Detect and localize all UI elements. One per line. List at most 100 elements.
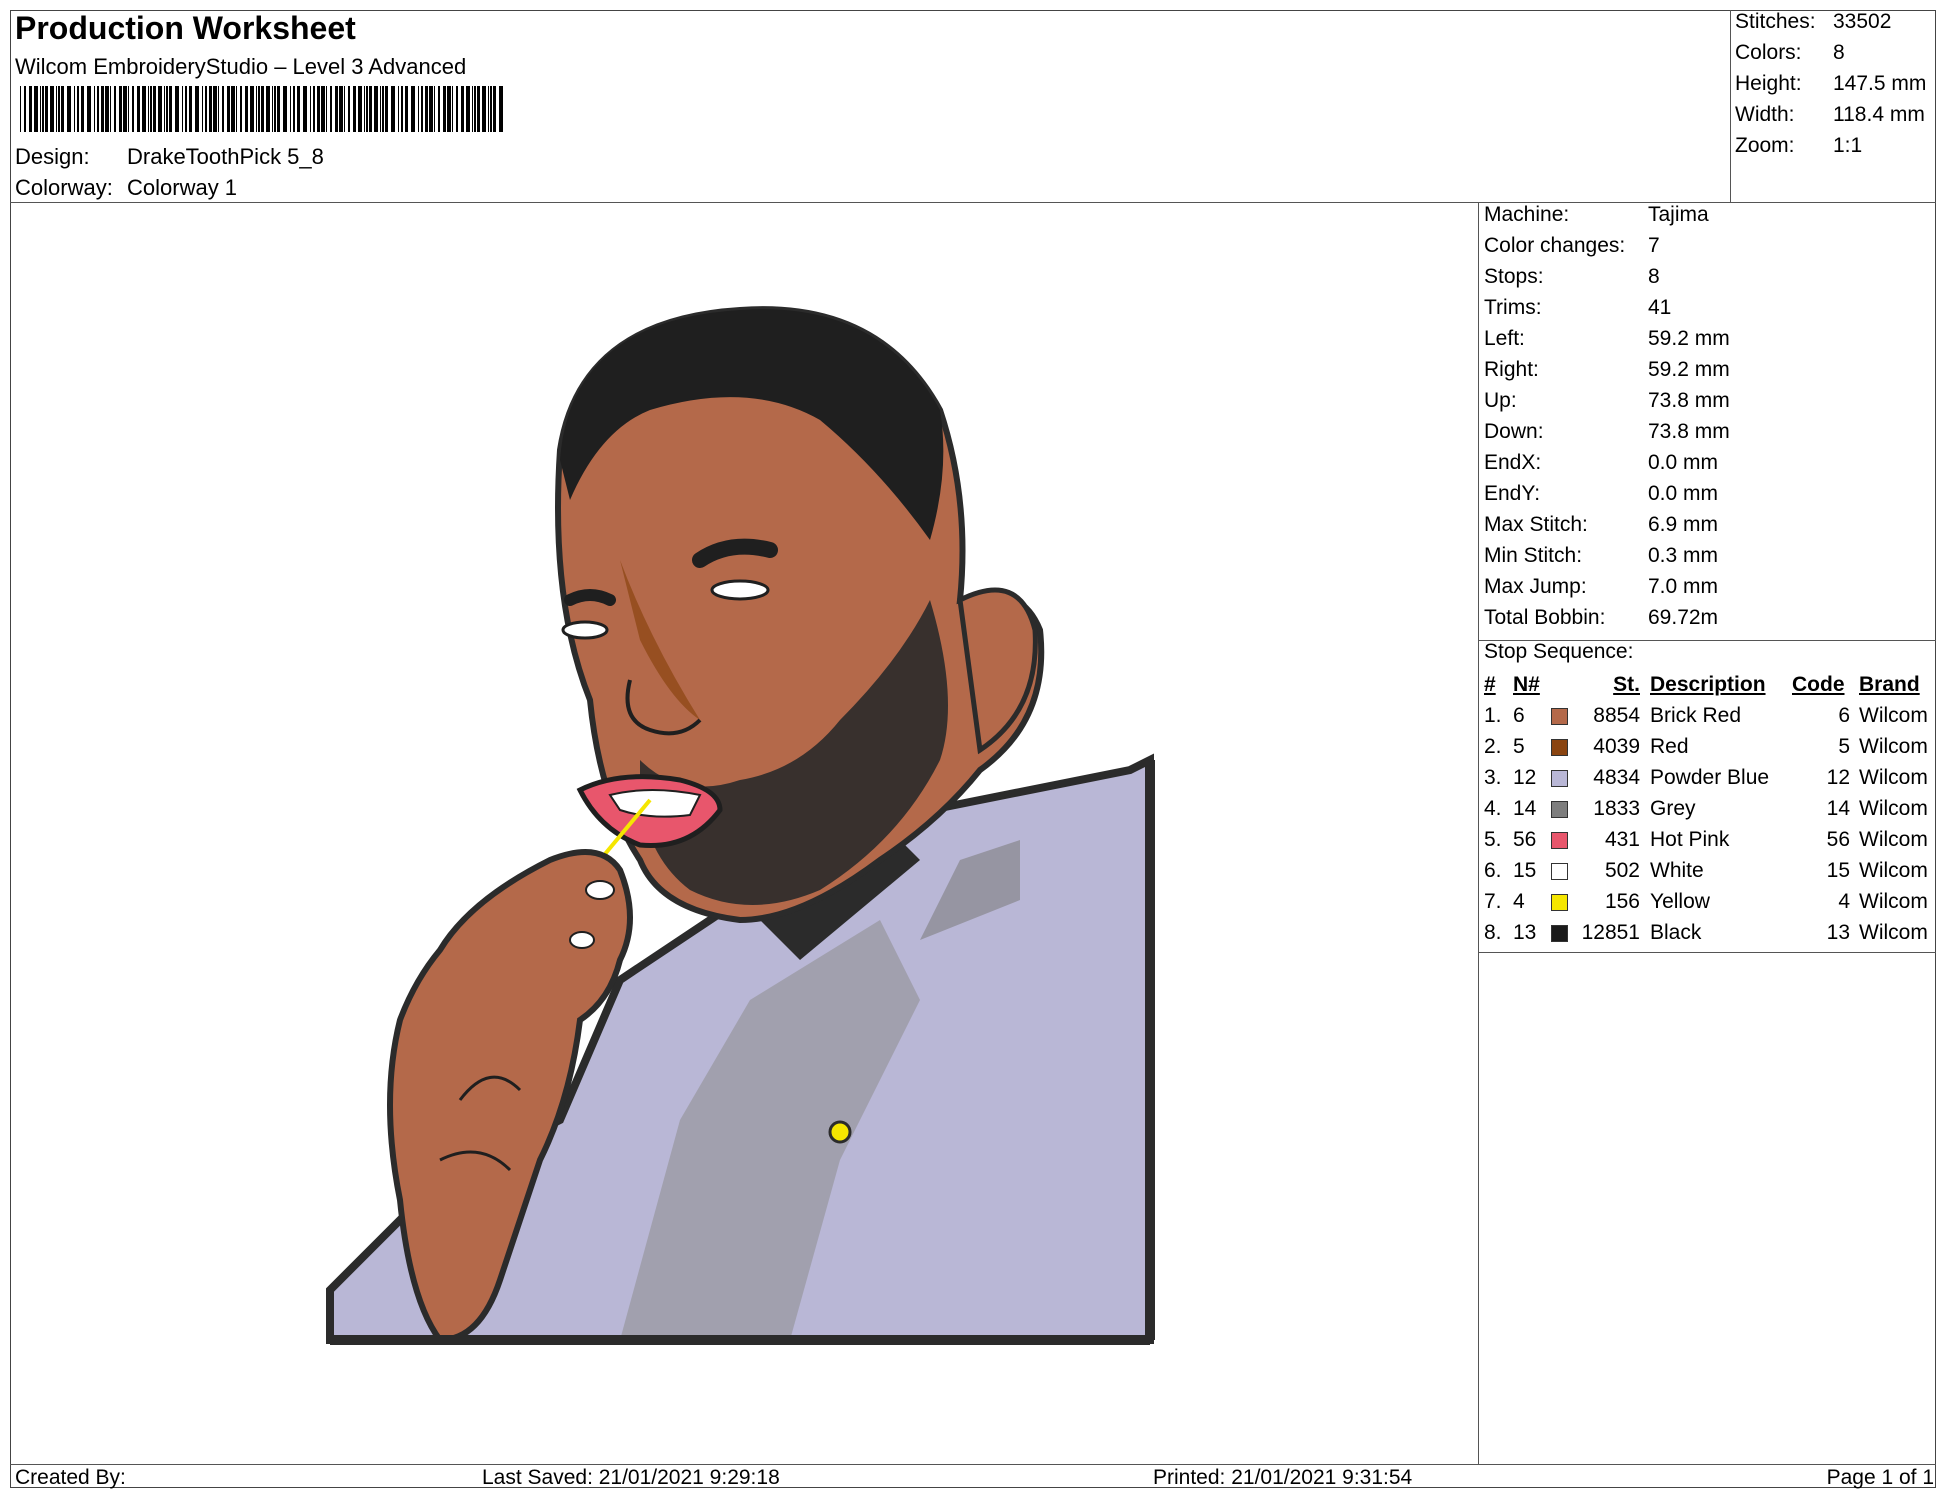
- design-value: DrakeToothPick 5_8: [127, 144, 324, 169]
- col-header-code: Code: [1792, 673, 1845, 696]
- barcode-bar: [297, 86, 300, 132]
- thread-color-swatch: [1551, 894, 1568, 911]
- barcode-bar: [385, 86, 388, 132]
- thread-color-swatch: [1551, 739, 1568, 756]
- barcode-bar: [182, 86, 183, 132]
- seq-needle: 6: [1513, 704, 1525, 727]
- barcode-bar: [40, 86, 41, 132]
- barcode-bar: [401, 86, 403, 132]
- machine-info-value: 69.72m: [1648, 606, 1719, 629]
- seq-code: 15: [1826, 859, 1850, 882]
- last-saved: Last Saved: 21/01/2021 9:29:18: [482, 1466, 780, 1489]
- barcode-bar: [119, 86, 122, 132]
- page-number: Page 1 of 1: [1826, 1466, 1934, 1489]
- sequence-end-divider: [1478, 952, 1936, 953]
- barcode-bar: [101, 86, 104, 132]
- seq-code: 14: [1826, 797, 1850, 820]
- design-label: Design:: [15, 144, 90, 169]
- barcode-bar: [348, 86, 350, 132]
- colorway-label: Colorway:: [15, 175, 113, 200]
- seq-num: 6.: [1484, 859, 1502, 882]
- seq-num: 7.: [1484, 890, 1502, 913]
- machine-info-label: Up:: [1484, 389, 1517, 412]
- barcode-bar: [369, 86, 372, 132]
- machine-info-label: Machine:: [1484, 203, 1570, 226]
- barcode-bar: [364, 86, 365, 132]
- machine-info-label: Color changes:: [1484, 234, 1626, 257]
- col-header-description: Description: [1650, 673, 1766, 696]
- machine-info-value: 59.2 mm: [1648, 327, 1730, 350]
- machine-info-label: Right:: [1484, 358, 1539, 381]
- machine-info-value: 0.3 mm: [1648, 544, 1719, 567]
- seq-code: 4: [1838, 890, 1850, 913]
- barcode-bar: [166, 86, 168, 132]
- seq-brand: Wilcom: [1859, 766, 1928, 789]
- barcode-bar: [321, 86, 325, 132]
- seq-stitches: 431: [1604, 828, 1640, 851]
- seq-description: Black: [1650, 921, 1702, 944]
- barcode-bar: [277, 86, 280, 132]
- seq-needle: 14: [1513, 797, 1537, 820]
- seq-num: 8.: [1484, 921, 1502, 944]
- barcode-bar: [20, 86, 21, 132]
- machine-info-label: Total Bobbin:: [1484, 606, 1606, 629]
- barcode-bar: [434, 86, 435, 132]
- seq-code: 13: [1826, 921, 1850, 944]
- barcode-bar: [74, 86, 75, 132]
- barcode-bar: [205, 86, 207, 132]
- barcode-bar: [303, 86, 307, 132]
- machine-info-label: Stops:: [1484, 265, 1544, 288]
- barcode-bar: [195, 86, 199, 132]
- barcode-bar: [477, 86, 480, 132]
- barcode-bar: [105, 86, 109, 132]
- barcode-bar: [236, 86, 237, 132]
- barcode-bar: [344, 86, 345, 132]
- embroidery-design-preview: [326, 306, 1155, 1345]
- barcode-bar: [42, 86, 44, 132]
- software-name: Wilcom EmbroideryStudio – Level 3 Advanc…: [15, 54, 467, 79]
- barcode-bar: [81, 86, 84, 132]
- printed-date: Printed: 21/01/2021 9:31:54: [1153, 1466, 1413, 1489]
- barcode-bar: [94, 86, 95, 132]
- barcode-bar: [29, 86, 32, 132]
- machine-info-value: Tajima: [1648, 203, 1709, 226]
- barcode-bar: [310, 86, 311, 132]
- machine-info-value: 7.0 mm: [1648, 575, 1719, 598]
- seq-num: 2.: [1484, 735, 1502, 758]
- page-title: Production Worksheet: [15, 10, 356, 46]
- barcode-bar: [438, 86, 440, 132]
- barcode-bar: [398, 86, 399, 132]
- barcode-bar: [358, 86, 362, 132]
- barcode-bar: [148, 86, 149, 132]
- barcode-bar: [240, 86, 242, 132]
- barcode-bar: [421, 86, 423, 132]
- barcode-bar: [472, 86, 473, 132]
- barcode-bar: [24, 86, 26, 132]
- seq-stitches: 1833: [1593, 797, 1640, 820]
- barcode-bar: [227, 86, 230, 132]
- machine-info-label: Trims:: [1484, 296, 1542, 319]
- seq-needle: 56: [1513, 828, 1537, 851]
- seq-stitches: 4039: [1593, 735, 1640, 758]
- barcode-bar: [58, 86, 60, 132]
- seq-code: 5: [1838, 735, 1850, 758]
- seq-stitches: 4834: [1593, 766, 1640, 789]
- barcode-bar: [374, 86, 378, 132]
- barcode-bar: [293, 86, 295, 132]
- barcode-bar: [97, 86, 99, 132]
- barcode-bar: [290, 86, 291, 132]
- seq-needle: 4: [1513, 890, 1525, 913]
- seq-brand: Wilcom: [1859, 797, 1928, 820]
- barcode-bar: [137, 86, 140, 132]
- seq-description: Red: [1650, 735, 1689, 758]
- machine-info-value: 73.8 mm: [1648, 389, 1730, 412]
- stop-sequence-title: Stop Sequence:: [1484, 640, 1634, 663]
- barcode-bar: [87, 86, 91, 132]
- barcode-bar: [218, 86, 219, 132]
- barcode-bar: [61, 86, 64, 132]
- barcode-bar: [258, 86, 260, 132]
- barcode-bar: [132, 86, 134, 132]
- thread-color-swatch: [1551, 863, 1568, 880]
- seq-brand: Wilcom: [1859, 828, 1928, 851]
- seq-num: 1.: [1484, 704, 1502, 727]
